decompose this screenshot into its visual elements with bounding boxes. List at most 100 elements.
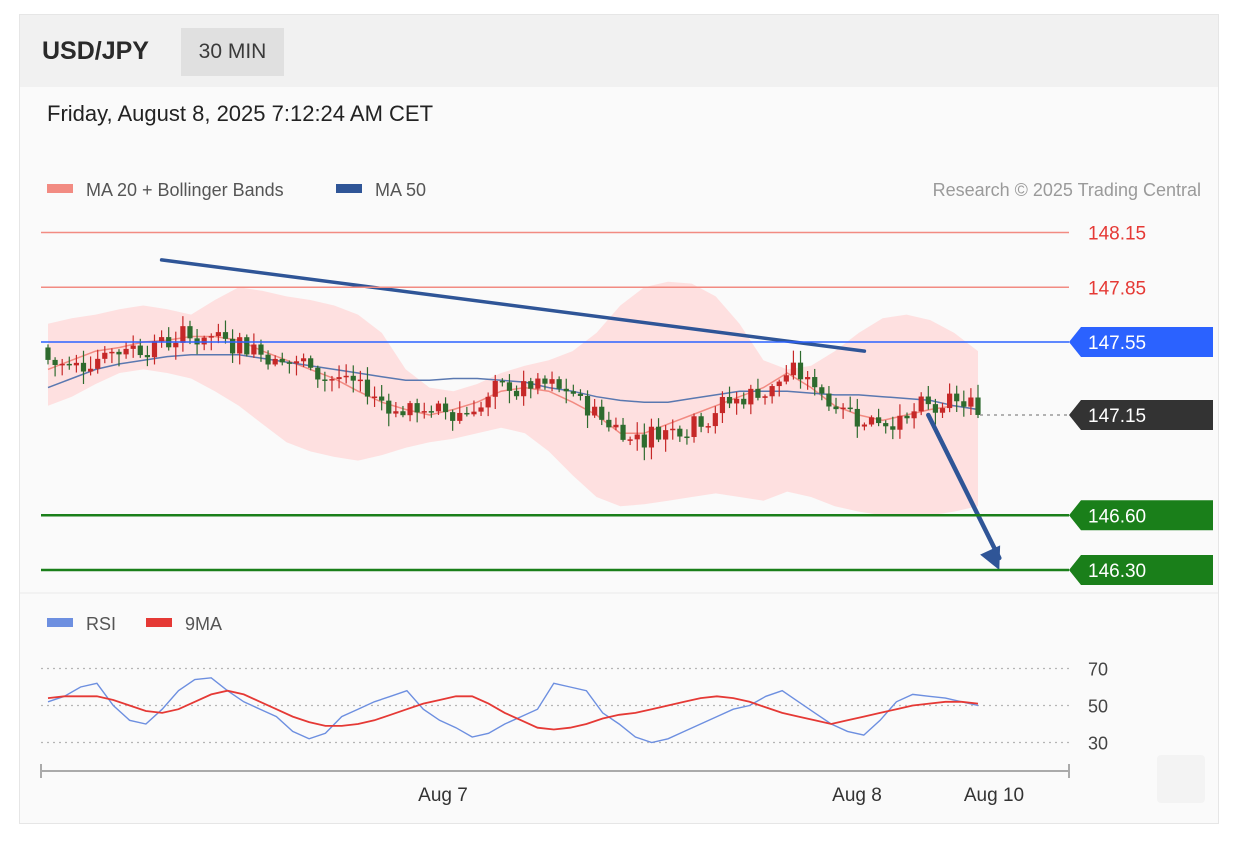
candle-body (407, 403, 413, 416)
candle-body (59, 363, 65, 366)
candle-body (655, 426, 662, 440)
candle-body (450, 412, 456, 421)
research-credit: Research © 2025 Trading Central (933, 180, 1201, 200)
candle-body (542, 378, 548, 384)
candle-body (300, 358, 307, 362)
candle-body (939, 408, 946, 413)
candle-body (726, 396, 733, 404)
candle-body (854, 408, 860, 427)
candle-body (471, 411, 477, 415)
candle-body (315, 367, 321, 380)
candle-body (961, 401, 967, 407)
candle-body (201, 337, 207, 345)
ma50-legend-label: MA 50 (375, 180, 426, 200)
rsi-legend-swatch (47, 618, 73, 627)
candle-body (379, 396, 385, 401)
candle-body (371, 396, 378, 399)
candle-body (279, 358, 285, 363)
candle-body (634, 434, 640, 440)
level-146-30-tag-label: 146.30 (1088, 561, 1146, 582)
rsi-tick-50: 50 (1088, 697, 1108, 717)
candle-body (925, 396, 931, 405)
candle-body (102, 352, 108, 359)
candle-body (819, 387, 825, 394)
candle-body (776, 381, 782, 387)
candle-body (208, 336, 214, 338)
candle-body (648, 426, 655, 448)
candle-body (577, 393, 584, 396)
candle-body (805, 377, 811, 380)
candle-body (677, 428, 683, 437)
candle-body (80, 362, 87, 372)
candle-body (492, 380, 498, 397)
level-146-60-tag-label: 146.60 (1088, 506, 1146, 527)
candle-body (45, 347, 51, 360)
candle-body (599, 406, 605, 420)
candle-body (229, 338, 236, 354)
candle-body (322, 379, 328, 381)
candle-body (663, 430, 669, 440)
ma20-legend-swatch (47, 184, 73, 193)
candle-body (151, 341, 158, 358)
candle-body (478, 407, 484, 412)
candle-body (947, 393, 953, 409)
candle-body (173, 342, 179, 348)
candle-body (329, 379, 335, 381)
candle-body (769, 386, 775, 397)
candle-body (73, 362, 79, 366)
candle-body (528, 381, 534, 389)
candle-body (521, 381, 527, 397)
candle-body (918, 396, 924, 412)
candle-body (563, 388, 569, 392)
candle-body (549, 379, 555, 384)
candle-body (350, 375, 356, 381)
candle-body (584, 395, 591, 416)
candle-body (627, 439, 633, 441)
candle-body (414, 403, 420, 413)
candle-body (442, 403, 449, 413)
candle-body (975, 397, 981, 415)
candle-body (215, 332, 221, 337)
candle-body (741, 398, 747, 405)
candle-body (734, 398, 740, 404)
candle-body (705, 426, 711, 428)
level-147-55-tag-label: 147.55 (1088, 333, 1146, 354)
candle-body (535, 378, 541, 389)
candle-body (251, 344, 257, 355)
candle-body (130, 345, 136, 349)
candle-body (123, 348, 129, 355)
candle-body (137, 345, 143, 356)
rsi-panel: 70 50 30 (41, 660, 1108, 754)
candle-body (911, 411, 917, 419)
candle-body (762, 396, 768, 398)
candle-body (719, 396, 726, 414)
x-tick-aug7: Aug 7 (418, 785, 468, 806)
candle-body (556, 379, 562, 389)
candle-body (783, 375, 789, 382)
rsi-tick-30: 30 (1088, 734, 1108, 754)
x-tick-aug8: Aug 8 (832, 785, 882, 806)
candle-body (897, 415, 903, 430)
candle-body (144, 355, 150, 358)
candle-body (52, 359, 58, 365)
candle-body (712, 413, 718, 427)
candle-body (180, 326, 186, 343)
candle-body (868, 417, 875, 425)
scroll-to-top-button[interactable] (1157, 755, 1205, 803)
bollinger-band-area (48, 281, 978, 516)
chart-svg: MA 20 + Bollinger Bands MA 50 Research ©… (20, 180, 1218, 806)
rsi-tick-70: 70 (1088, 660, 1108, 680)
candle-body (797, 362, 804, 380)
candle-body (641, 434, 647, 448)
candle-body (158, 337, 165, 342)
candle-body (457, 412, 463, 421)
price-panel (45, 258, 1002, 570)
candle-body (506, 382, 513, 391)
projection-arrow-head (980, 545, 1001, 570)
candle-body (116, 351, 122, 355)
level-148-15-label: 148.15 (1088, 224, 1146, 245)
candle-body (428, 411, 434, 413)
candle-body (513, 390, 520, 397)
candle-body (570, 391, 576, 394)
ma20-legend-label: MA 20 + Bollinger Bands (86, 180, 284, 200)
